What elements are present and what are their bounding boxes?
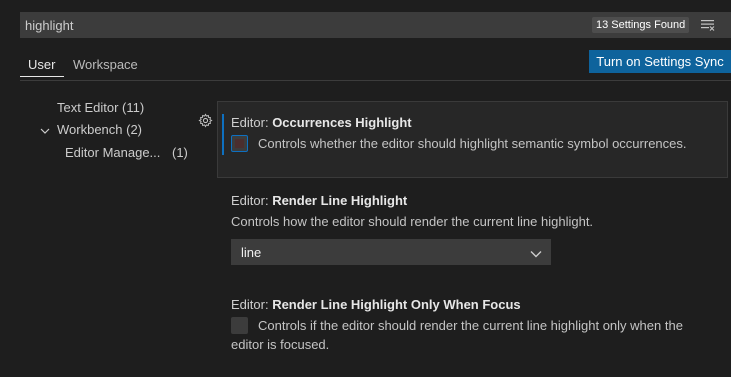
- select-value: line: [241, 245, 262, 260]
- toc-item-editor-management[interactable]: Editor Manage...: [65, 145, 160, 160]
- setting-title: Editor: Render Line Highlight: [231, 193, 408, 208]
- header-divider: [20, 80, 731, 81]
- setting-title: Editor: Render Line Highlight Only When …: [231, 297, 521, 312]
- select-chevron-icon: [530, 247, 542, 258]
- toc-item-text-editor[interactable]: Text Editor (11): [57, 100, 144, 115]
- toc-item-workbench[interactable]: Workbench (2): [57, 122, 142, 137]
- settings-count-badge: 13 Settings Found: [592, 17, 690, 33]
- active-tab-indicator: [20, 76, 64, 77]
- setting-description-continued: editor is focused.: [231, 337, 330, 352]
- render-line-highlight-only-when-focus-checkbox[interactable]: [231, 317, 248, 334]
- gear-icon[interactable]: [198, 113, 213, 128]
- tab-workspace[interactable]: Workspace: [73, 57, 138, 72]
- render-line-highlight-select[interactable]: line: [231, 239, 551, 265]
- search-bar: 13 Settings Found: [20, 12, 731, 38]
- search-input[interactable]: [25, 12, 585, 38]
- tab-user[interactable]: User: [28, 57, 55, 72]
- setting-description: Controls how the editor should render th…: [231, 214, 594, 229]
- toc-item-editor-management-count: (1): [172, 145, 188, 160]
- clear-filter-icon[interactable]: [700, 18, 716, 32]
- setting-title: Editor: Occurrences Highlight: [231, 115, 412, 130]
- occurrences-highlight-checkbox[interactable]: [231, 135, 248, 152]
- setting-description: Controls whether the editor should highl…: [258, 136, 687, 151]
- chevron-down-icon[interactable]: [40, 124, 50, 134]
- turn-on-settings-sync-button[interactable]: Turn on Settings Sync: [589, 50, 731, 73]
- focus-indicator: [222, 114, 224, 155]
- setting-description: Controls if the editor should render the…: [258, 318, 683, 333]
